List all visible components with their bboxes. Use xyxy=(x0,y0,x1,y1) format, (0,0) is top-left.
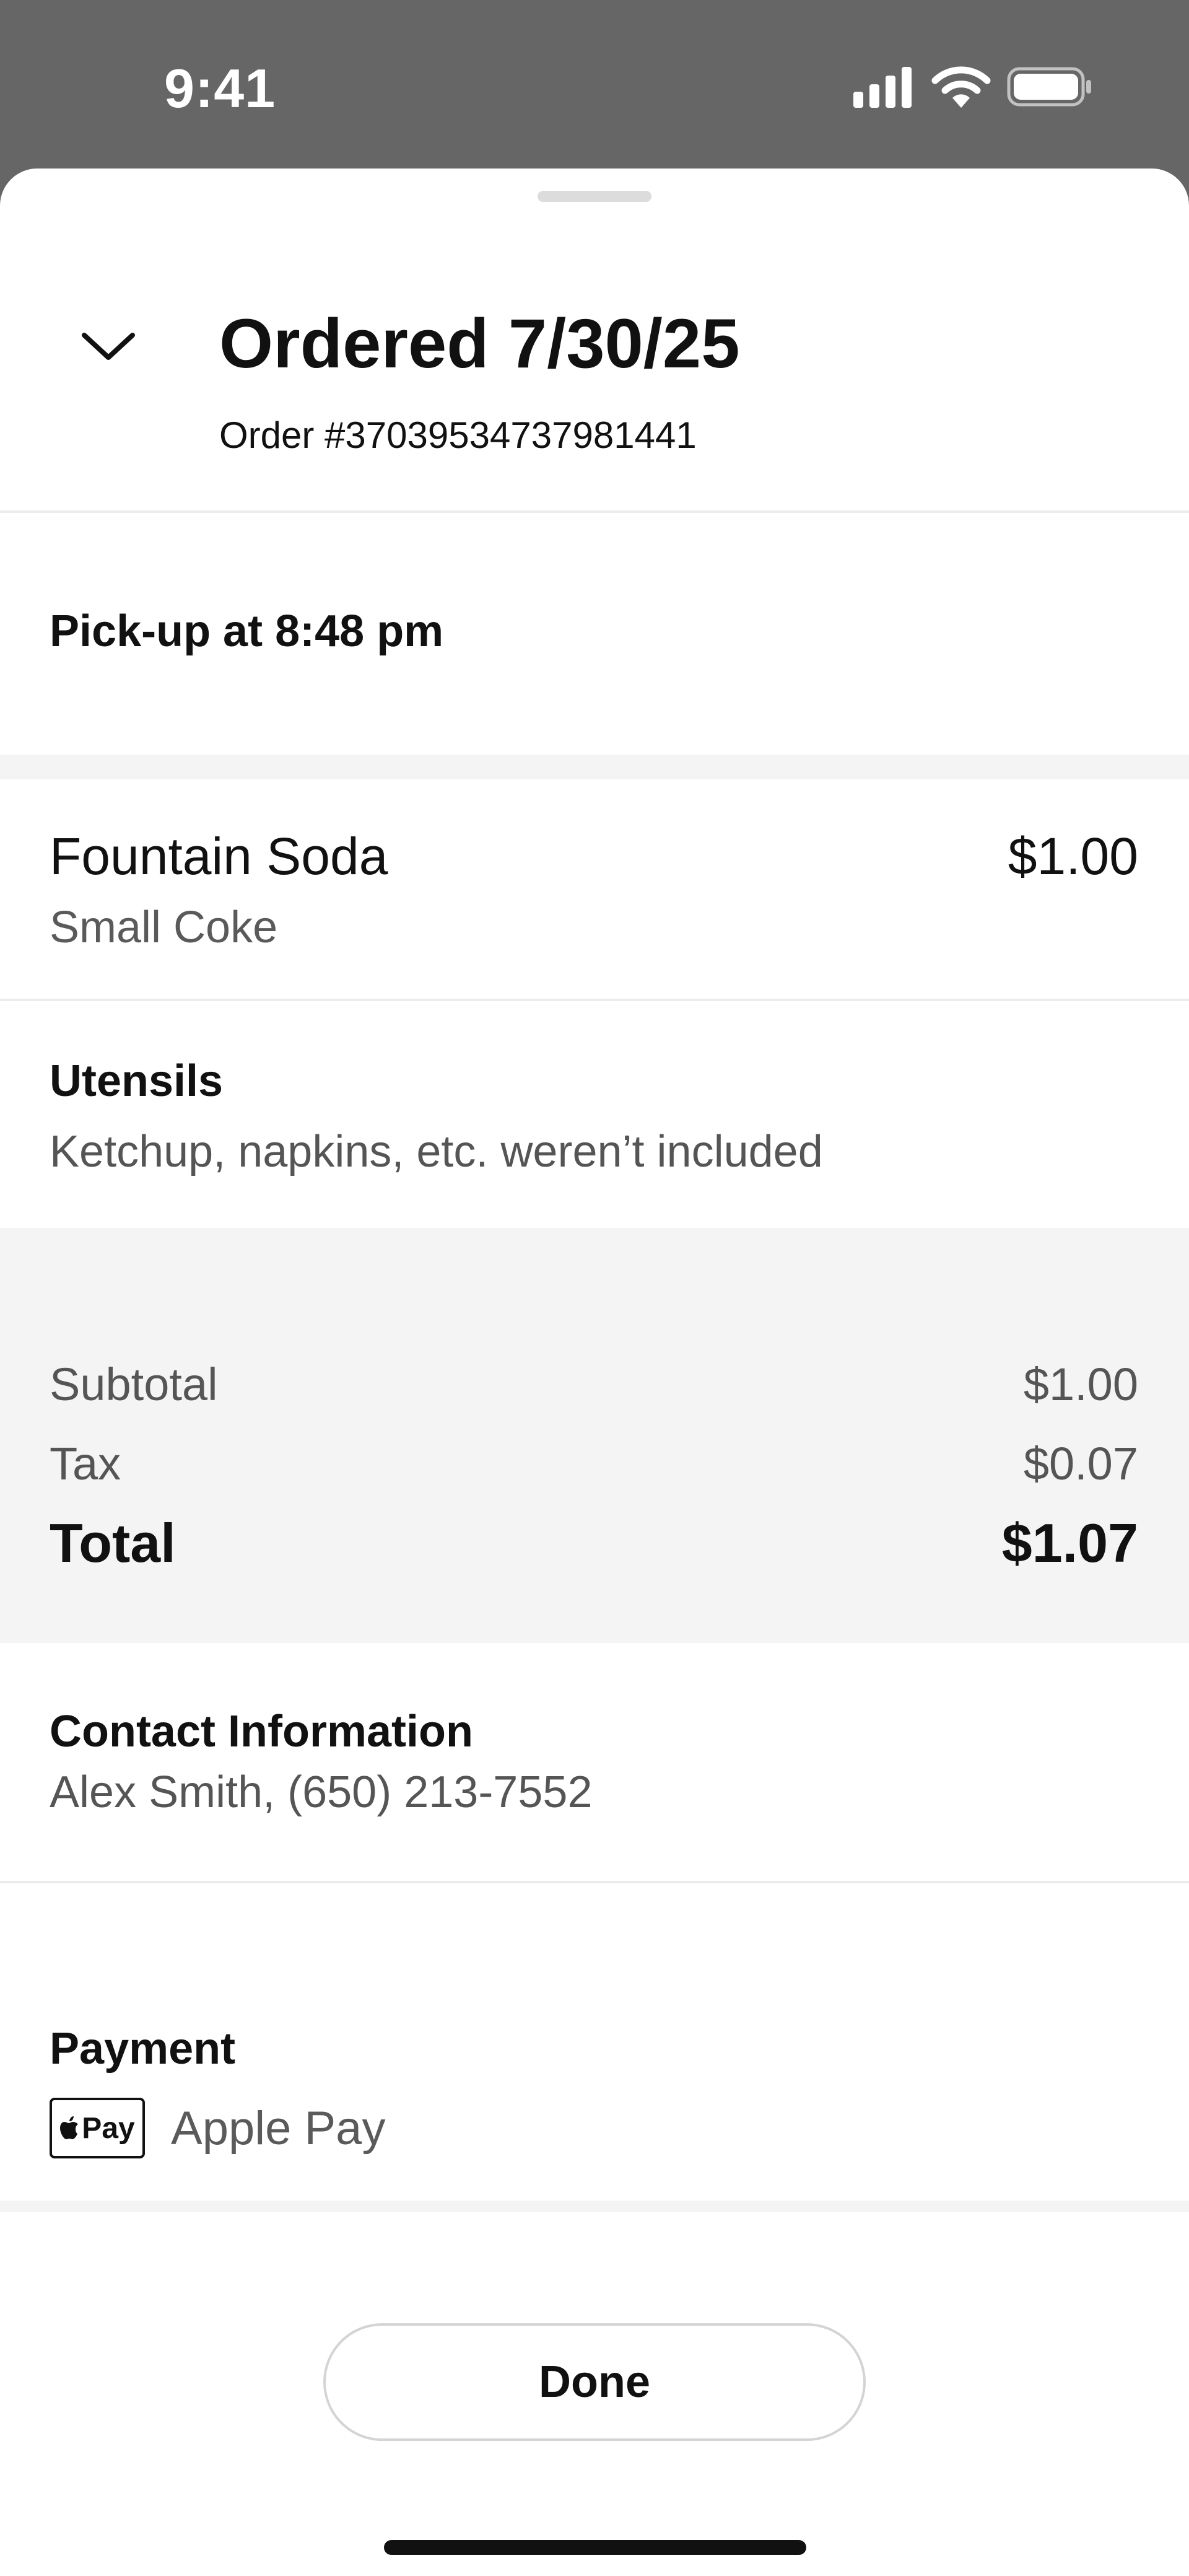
divider xyxy=(0,999,1189,1001)
tax-label: Tax xyxy=(50,1438,121,1489)
home-indicator xyxy=(384,2540,806,2555)
apple-pay-badge: Pay xyxy=(50,2098,145,2158)
item-name: Fountain Soda xyxy=(50,827,388,885)
item-variant: Small Coke xyxy=(50,903,278,952)
total-value: $1.07 xyxy=(1001,1512,1138,1574)
subtotal-label: Subtotal xyxy=(50,1359,218,1410)
pickup-time: Pick-up at 8:48 pm xyxy=(50,607,444,656)
status-bar: 9:41 xyxy=(0,0,1189,169)
payment-method: Apple Pay xyxy=(171,2102,386,2155)
item-price: $1.00 xyxy=(1008,827,1138,885)
total-label: Total xyxy=(50,1512,176,1574)
divider xyxy=(0,1881,1189,1883)
utensils-note: Ketchup, napkins, etc. weren’t included xyxy=(50,1127,823,1176)
payment-heading: Payment xyxy=(50,2024,236,2074)
divider xyxy=(0,510,1189,513)
chevron-down-icon xyxy=(82,333,135,360)
section-separator xyxy=(0,755,1189,779)
order-details-sheet: Ordered 7/30/25 Order #37039534737981441… xyxy=(0,169,1189,2576)
order-summary: Subtotal $1.00 Tax $0.07 Total $1.07 xyxy=(0,1228,1189,1643)
contact-heading: Contact Information xyxy=(50,1707,473,1756)
status-time: 9:41 xyxy=(164,58,276,119)
section-separator xyxy=(0,2201,1189,2212)
order-number: Order #37039534737981441 xyxy=(219,414,697,456)
contact-value: Alex Smith, (650) 213-7552 xyxy=(50,1768,593,1817)
apple-logo-icon xyxy=(60,2116,79,2139)
sheet-grabber[interactable] xyxy=(538,191,651,202)
tax-value: $0.07 xyxy=(1023,1438,1138,1489)
wifi-icon xyxy=(931,66,991,108)
apple-pay-badge-text: Pay xyxy=(82,2111,135,2145)
page-title: Ordered 7/30/25 xyxy=(219,305,740,382)
utensils-heading: Utensils xyxy=(50,1056,224,1106)
collapse-button[interactable] xyxy=(68,311,149,379)
done-button[interactable]: Done xyxy=(323,2323,866,2441)
battery-icon xyxy=(1007,67,1091,107)
subtotal-value: $1.00 xyxy=(1023,1359,1138,1410)
cellular-signal-icon xyxy=(853,67,912,108)
